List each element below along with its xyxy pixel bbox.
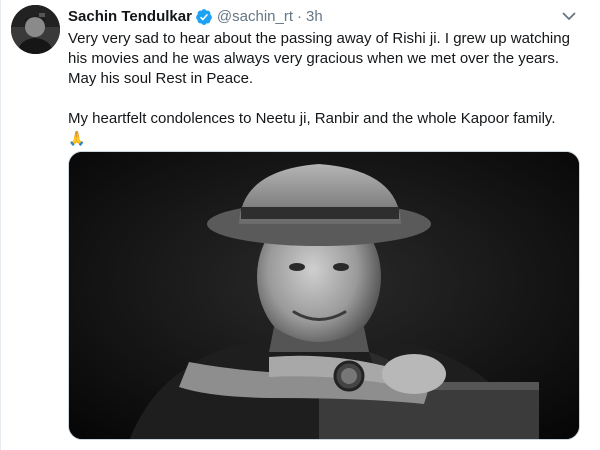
tweet-timestamp[interactable]: 3h (306, 7, 323, 27)
author-handle[interactable]: @sachin_rt (217, 7, 293, 27)
tweet-photo[interactable] (68, 151, 580, 440)
tweet-paragraph: My heartfelt condolences to Neetu ji, Ra… (68, 110, 556, 127)
tweet-header: Sachin Tendulkar @sachin_rt · 3h (68, 7, 323, 27)
tweet-card[interactable]: Sachin Tendulkar @sachin_rt · 3h Very ve… (0, 0, 600, 450)
verified-badge-icon (195, 8, 213, 26)
avatar[interactable] (11, 5, 60, 54)
author-name[interactable]: Sachin Tendulkar (68, 7, 192, 27)
tweet-text: Very very sad to hear about the passing … (68, 29, 580, 149)
tweet-paragraph: Very very sad to hear about the passing … (68, 30, 570, 87)
chevron-down-icon[interactable] (560, 7, 578, 25)
header-separator: · (297, 8, 303, 25)
portrait-photo (69, 152, 579, 439)
folded-hands-emoji: 🙏 (68, 130, 86, 146)
